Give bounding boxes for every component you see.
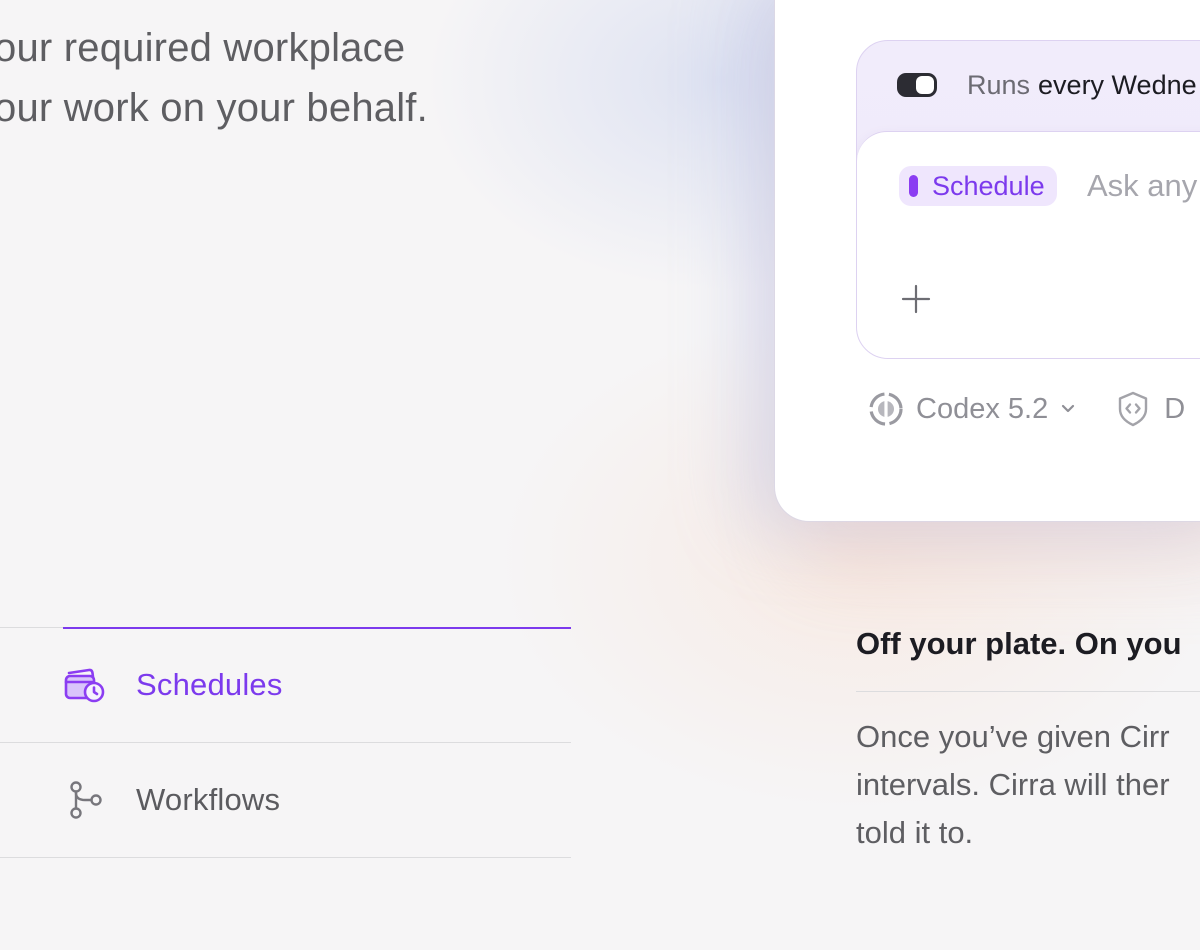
page: our required workplace our work on your … (0, 0, 1200, 950)
feature-description: Once you’ve given Cirr intervals. Cirra … (856, 713, 1170, 857)
intro-line-2: our work on your behalf. (0, 86, 428, 130)
branch-icon (63, 780, 107, 820)
shield-code-icon (1119, 391, 1148, 427)
intro-line-1: our required workplace (0, 26, 406, 70)
tab-schedules[interactable]: Schedules (0, 628, 571, 743)
intro-text: our required workplace our work on your … (0, 0, 554, 138)
runs-prefix: Runs (967, 69, 1031, 100)
tab-workflows-label: Workflows (136, 782, 281, 817)
toggle-knob (916, 76, 934, 94)
description-line-3: told it to. (856, 815, 974, 850)
chip-pill-icon (909, 175, 918, 197)
codex-logo-icon (869, 392, 903, 426)
tab-schedules-label: Schedules (136, 667, 283, 702)
heading-divider (856, 691, 1200, 692)
chip-label: Schedule (932, 170, 1045, 201)
schedule-row: Runs every Wedne (897, 67, 1197, 103)
permissions-label: D (1164, 392, 1186, 425)
app-preview-card: Runs every Wedne Schedule Ask any Codex … (775, 0, 1200, 521)
add-button[interactable] (899, 282, 933, 316)
model-selector[interactable]: Codex 5.2 (868, 391, 1076, 427)
schedule-chip[interactable]: Schedule (899, 166, 1057, 206)
schedule-frequency[interactable]: every Wedne (1038, 70, 1197, 101)
description-line-1: Once you’ve given Cirr (856, 719, 1170, 754)
prompt-box[interactable]: Schedule Ask any (857, 131, 1200, 358)
tab-workflows[interactable]: Workflows (0, 743, 571, 858)
model-label: Codex 5.2 (916, 392, 1049, 425)
composer-toolbar: Codex 5.2 D (868, 389, 1185, 429)
calendar-clock-icon (63, 665, 107, 705)
schedule-toggle[interactable] (897, 73, 937, 97)
chevron-down-icon (1062, 404, 1075, 413)
permissions-selector[interactable]: D (1116, 390, 1185, 428)
composer: Runs every Wedne Schedule Ask any (856, 40, 1200, 359)
plus-icon (901, 284, 931, 314)
feature-heading: Off your plate. On you (856, 626, 1182, 661)
description-line-2: intervals. Cirra will ther (856, 767, 1170, 802)
prompt-input[interactable]: Ask any (1087, 168, 1197, 204)
